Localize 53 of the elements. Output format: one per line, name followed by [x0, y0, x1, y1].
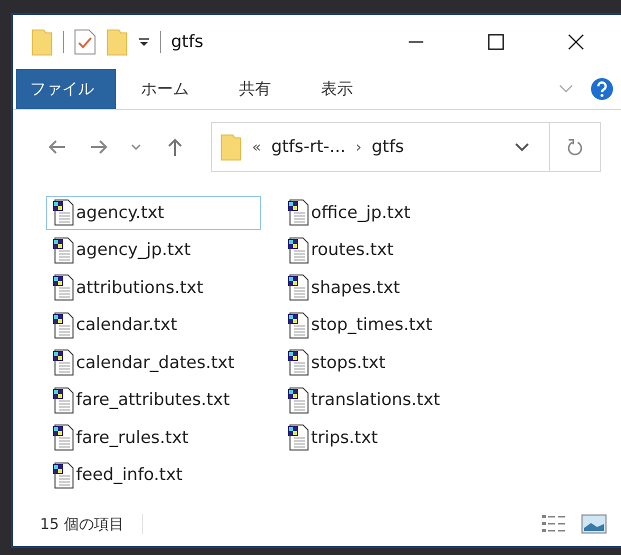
text-file-icon: [287, 236, 309, 264]
breadcrumb-item[interactable]: gtfs-rt-...: [271, 137, 346, 157]
close-icon[interactable]: [567, 33, 585, 51]
file-item[interactable]: trips.txt: [281, 420, 531, 455]
maximize-icon[interactable]: [487, 33, 505, 51]
window-title: gtfs: [171, 32, 204, 52]
checklist-icon[interactable]: [74, 29, 96, 55]
dropdown-icon[interactable]: [138, 36, 150, 48]
item-count: 15 個の項目: [40, 514, 124, 534]
ribbon-tab[interactable]: 表示: [296, 69, 378, 109]
text-file-icon: [52, 312, 74, 339]
chevron-down-icon[interactable]: [515, 142, 529, 152]
text-file-icon: [287, 199, 309, 226]
breadcrumb-item[interactable]: gtfs: [372, 137, 404, 157]
text-file-icon: [52, 424, 74, 452]
text-file-icon: [52, 274, 74, 302]
text-file-icon: [287, 274, 309, 302]
file-item[interactable]: calendar.txt: [46, 308, 281, 342]
file-item[interactable]: attributions.txt: [46, 270, 281, 305]
file-item[interactable]: routes.txt: [281, 233, 531, 268]
file-item[interactable]: translations.txt: [281, 383, 531, 418]
folder-icon: [31, 28, 53, 56]
text-file-icon: [52, 462, 74, 489]
text-file-icon: [52, 236, 74, 264]
details-view-icon[interactable]: [541, 514, 567, 534]
text-file-icon: [287, 312, 309, 339]
address-bar[interactable]: « gtfs-rt-... › gtfs: [211, 122, 601, 172]
text-file-icon: [287, 386, 309, 414]
file-item[interactable]: shapes.txt: [281, 270, 531, 305]
ribbon-tab[interactable]: ファイル: [16, 69, 116, 109]
file-item[interactable]: stop_times.txt: [281, 308, 531, 342]
refresh-icon[interactable]: [566, 137, 584, 157]
file-item[interactable]: fare_attributes.txt: [46, 383, 281, 418]
overflow-mark[interactable]: «: [252, 138, 262, 156]
ribbon-tab[interactable]: 共有: [214, 69, 296, 109]
file-item[interactable]: agency_jp.txt: [46, 233, 281, 268]
text-file-icon: [287, 349, 309, 376]
file-item[interactable]: stops.txt: [281, 346, 531, 380]
file-item[interactable]: agency.txt: [46, 196, 261, 230]
file-item[interactable]: office_jp.txt: [281, 196, 531, 230]
chevron-down-icon[interactable]: [131, 143, 141, 151]
text-file-icon: [52, 386, 74, 414]
file-item[interactable]: calendar_dates.txt: [46, 346, 281, 380]
file-item[interactable]: fare_rules.txt: [46, 420, 281, 455]
help-icon[interactable]: [591, 78, 613, 100]
breadcrumb-separator[interactable]: ›: [356, 138, 362, 156]
large-icons-view-icon[interactable]: [581, 514, 607, 534]
text-file-icon: [52, 349, 74, 376]
text-file-icon: [52, 199, 74, 226]
file-item[interactable]: feed_info.txt: [46, 458, 281, 492]
folder-icon: [220, 134, 242, 160]
ribbon-tab[interactable]: ホーム: [116, 69, 214, 109]
text-file-icon: [287, 424, 309, 452]
